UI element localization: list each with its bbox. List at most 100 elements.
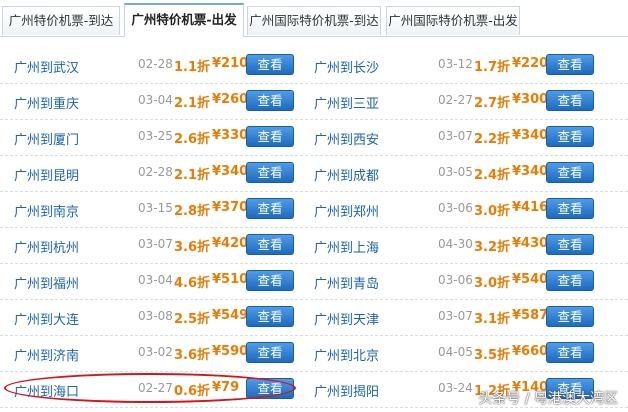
route-link[interactable]: 广州到北京 bbox=[314, 345, 379, 364]
tab-international-arrival[interactable]: 广州国际特价机票-到达 bbox=[247, 6, 381, 35]
fare-cell-left: 广州到重庆 03-04 2.1折 ¥260 查看 bbox=[0, 84, 300, 119]
route-link[interactable]: 广州到青岛 bbox=[314, 273, 379, 292]
fare-price: ¥416 bbox=[512, 200, 549, 215]
fare-date: 03-07 bbox=[138, 237, 173, 251]
fare-date: 03-08 bbox=[138, 309, 173, 323]
table-row: 广州到济南 03-02 3.6折 ¥590 查看 广州到北京 04-05 3.5折 ¥660 查看 bbox=[0, 336, 628, 372]
route-link[interactable]: 广州到揭阳 bbox=[314, 381, 379, 400]
tab-international-departure[interactable]: 广州国际特价机票-出发 bbox=[386, 6, 520, 35]
fare-cell-right: 广州到青岛 03-06 3.0折 ¥540 查看 bbox=[300, 264, 600, 299]
view-button[interactable]: 查看 bbox=[246, 342, 294, 363]
view-button[interactable]: 查看 bbox=[546, 342, 594, 363]
fare-date: 03-15 bbox=[138, 201, 173, 215]
route-link[interactable]: 广州到三亚 bbox=[314, 93, 379, 112]
route-link[interactable]: 广州到济南 bbox=[14, 345, 79, 364]
view-button[interactable]: 查看 bbox=[546, 198, 594, 219]
view-button[interactable]: 查看 bbox=[246, 270, 294, 291]
route-link[interactable]: 广州到长沙 bbox=[314, 57, 379, 76]
fare-discount: 3.2折 bbox=[474, 240, 511, 255]
route-link[interactable]: 广州到天津 bbox=[314, 309, 379, 328]
fare-price: ¥549 bbox=[212, 308, 249, 323]
fare-discount: 3.5折 bbox=[474, 348, 511, 363]
fare-price: ¥660 bbox=[512, 344, 549, 359]
view-button[interactable]: 查看 bbox=[246, 126, 294, 147]
fare-price: ¥330 bbox=[212, 128, 249, 143]
fare-discount: 2.1折 bbox=[174, 168, 211, 183]
view-button[interactable]: 查看 bbox=[546, 162, 594, 183]
fare-date: 03-04 bbox=[138, 93, 173, 107]
view-button[interactable]: 查看 bbox=[546, 54, 594, 75]
route-link[interactable]: 广州到上海 bbox=[314, 237, 379, 256]
view-button[interactable]: 查看 bbox=[246, 54, 294, 75]
fare-discount: 2.8折 bbox=[174, 204, 211, 219]
fare-cell-right: 广州到郑州 03-06 3.0折 ¥416 查看 bbox=[300, 192, 600, 227]
fare-date: 04-30 bbox=[438, 237, 473, 251]
view-button[interactable]: 查看 bbox=[246, 306, 294, 327]
route-link[interactable]: 广州到重庆 bbox=[14, 93, 79, 112]
fare-discount: 3.1折 bbox=[474, 312, 511, 327]
fare-date: 02-28 bbox=[138, 57, 173, 71]
view-button[interactable]: 查看 bbox=[246, 162, 294, 183]
watermark: 头条号 / 粤港澳大湾区 bbox=[478, 391, 618, 407]
route-link[interactable]: 广州到郑州 bbox=[314, 201, 379, 220]
fare-cell-right: 广州到北京 04-05 3.5折 ¥660 查看 bbox=[300, 336, 600, 371]
fare-discount: 2.4折 bbox=[474, 168, 511, 183]
fare-date: 03-12 bbox=[438, 57, 473, 71]
tab-bar: 广州特价机票-到达 广州特价机票-出发 广州国际特价机票-到达 广州国际特价机票… bbox=[0, 0, 628, 37]
fare-cell-right: 广州到成都 03-05 2.4折 ¥340 查看 bbox=[300, 156, 600, 191]
fare-discount: 4.6折 bbox=[174, 276, 211, 291]
table-row: 广州到杭州 03-07 3.6折 ¥420 查看 广州到上海 04-30 3.2折 ¥430 查看 bbox=[0, 228, 628, 264]
route-link[interactable]: 广州到杭州 bbox=[14, 237, 79, 256]
fare-price: ¥510 bbox=[212, 272, 249, 287]
fare-discount: 3.6折 bbox=[174, 348, 211, 363]
view-button[interactable]: 查看 bbox=[546, 90, 594, 111]
fare-discount: 3.0折 bbox=[474, 204, 511, 219]
view-button[interactable]: 查看 bbox=[546, 234, 594, 255]
fare-price: ¥590 bbox=[212, 344, 249, 359]
view-button[interactable]: 查看 bbox=[546, 126, 594, 147]
fare-price: ¥300 bbox=[512, 92, 549, 107]
view-button[interactable]: 查看 bbox=[246, 90, 294, 111]
view-button[interactable]: 查看 bbox=[246, 234, 294, 255]
route-link[interactable]: 广州到厦门 bbox=[14, 129, 79, 148]
route-link[interactable]: 广州到武汉 bbox=[14, 57, 79, 76]
route-link[interactable]: 广州到昆明 bbox=[14, 165, 79, 184]
fare-price: ¥210 bbox=[212, 56, 249, 71]
fare-date: 02-27 bbox=[438, 93, 473, 107]
fare-date: 03-06 bbox=[438, 273, 473, 287]
fare-discount: 1.1折 bbox=[174, 60, 211, 75]
route-link[interactable]: 广州到南京 bbox=[14, 201, 79, 220]
fare-date: 03-07 bbox=[438, 309, 473, 323]
fare-cell-right: 广州到上海 04-30 3.2折 ¥430 查看 bbox=[300, 228, 600, 263]
route-link[interactable]: 广州到福州 bbox=[14, 273, 79, 292]
fare-cell-right: 广州到天津 03-07 3.1折 ¥587 查看 bbox=[300, 300, 600, 335]
fare-cell-left: 广州到大连 03-08 2.5折 ¥549 查看 bbox=[0, 300, 300, 335]
fare-price: ¥340 bbox=[212, 164, 249, 179]
fare-cell-left: 广州到福州 03-04 4.6折 ¥510 查看 bbox=[0, 264, 300, 299]
fare-cell-left: 广州到昆明 02-28 2.1折 ¥340 查看 bbox=[0, 156, 300, 191]
highlight-circle bbox=[4, 373, 296, 403]
fare-discount: 2.2折 bbox=[474, 132, 511, 147]
fare-cell-left: 广州到杭州 03-07 3.6折 ¥420 查看 bbox=[0, 228, 300, 263]
fare-price: ¥220 bbox=[512, 56, 549, 71]
table-row: 广州到武汉 02-28 1.1折 ¥210 查看 广州到长沙 03-12 1.7折 ¥220 查看 bbox=[0, 48, 628, 84]
view-button[interactable]: 查看 bbox=[546, 306, 594, 327]
fare-price: ¥340 bbox=[512, 128, 549, 143]
view-button[interactable]: 查看 bbox=[546, 270, 594, 291]
fare-date: 03-05 bbox=[438, 165, 473, 179]
fare-date: 02-28 bbox=[138, 165, 173, 179]
tab-guangzhou-departure[interactable]: 广州特价机票-出发 bbox=[124, 3, 244, 37]
route-link[interactable]: 广州到西安 bbox=[314, 129, 379, 148]
fare-discount: 2.7折 bbox=[474, 96, 511, 111]
fare-discount: 2.5折 bbox=[174, 312, 211, 327]
table-row: 广州到厦门 03-25 2.6折 ¥330 查看 广州到西安 03-07 2.2折 ¥340 查看 bbox=[0, 120, 628, 156]
view-button[interactable]: 查看 bbox=[246, 198, 294, 219]
fare-price: ¥370 bbox=[212, 200, 249, 215]
route-link[interactable]: 广州到成都 bbox=[314, 165, 379, 184]
fare-cell-left: 广州到济南 03-02 3.6折 ¥590 查看 bbox=[0, 336, 300, 371]
tab-guangzhou-arrival[interactable]: 广州特价机票-到达 bbox=[2, 6, 120, 35]
fare-discount: 3.0折 bbox=[474, 276, 511, 291]
route-link[interactable]: 广州到大连 bbox=[14, 309, 79, 328]
fare-cell-right: 广州到长沙 03-12 1.7折 ¥220 查看 bbox=[300, 48, 600, 83]
table-row: 广州到大连 03-08 2.5折 ¥549 查看 广州到天津 03-07 3.1折 ¥587 查看 bbox=[0, 300, 628, 336]
